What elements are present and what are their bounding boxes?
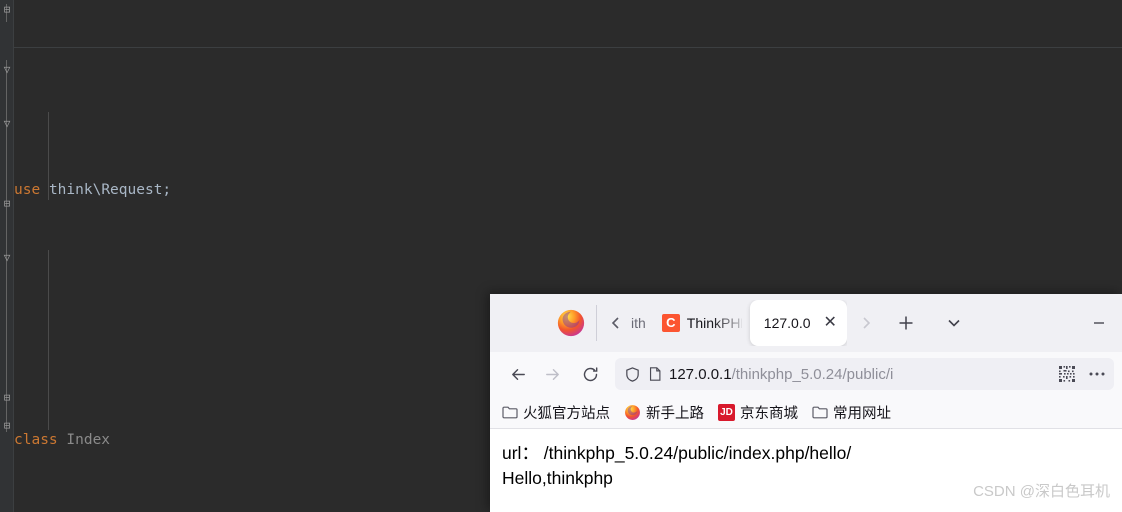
- tab-bar[interactable]: ith C ThinkPHP 127.0.0 ✕: [490, 294, 1122, 352]
- firefox-icon: [624, 404, 641, 421]
- ellipsis-icon[interactable]: [1088, 371, 1106, 377]
- csdn-icon: C: [661, 314, 680, 332]
- bookmark-jd[interactable]: JD 京东商城: [718, 402, 798, 423]
- fold-marker-index[interactable]: ▽: [1, 118, 13, 130]
- url-host: 127.0.0.1: [669, 365, 732, 383]
- minimize-button[interactable]: [1076, 294, 1122, 352]
- bookmark-firefox-official[interactable]: 火狐官方站点: [502, 402, 610, 423]
- firefox-window[interactable]: ith C ThinkPHP 127.0.0 ✕: [490, 294, 1122, 512]
- navigation-toolbar[interactable]: 127.0.0.1/thinkphp_5.0.24/public/i: [490, 352, 1122, 396]
- tab-title: 127.0.0: [763, 315, 811, 331]
- bookmark-getting-started[interactable]: 新手上路: [624, 402, 704, 423]
- token-use: use: [14, 182, 41, 198]
- fold-marker-index-end[interactable]: ⊟: [1, 198, 13, 210]
- jd-icon: JD: [718, 403, 735, 421]
- csdn-watermark: CSDN @深白色耳机: [973, 483, 1110, 500]
- page-output-url: url： /thinkphp_5.0.24/public/index.php/h…: [502, 443, 852, 463]
- tab-title: ith: [631, 315, 646, 331]
- firefox-logo-icon: [556, 308, 586, 338]
- tab-title: ThinkPHP: [686, 315, 742, 331]
- fold-marker-use[interactable]: ⊟: [1, 4, 13, 16]
- folder-icon: [812, 405, 828, 419]
- page-content: url： /thinkphp_5.0.24/public/index.php/h…: [490, 429, 1122, 510]
- page-icon[interactable]: [647, 366, 663, 382]
- reload-button[interactable]: [574, 358, 606, 390]
- tab-clipped[interactable]: ith: [629, 303, 654, 343]
- bookmark-label: 京东商城: [740, 405, 798, 422]
- scroll-tabs-right-button[interactable]: [853, 308, 879, 338]
- tab-thinkphp[interactable]: C ThinkPHP: [654, 303, 750, 343]
- back-button[interactable]: [502, 358, 534, 390]
- folder-icon: [502, 405, 518, 419]
- bookmark-label: 新手上路: [646, 405, 704, 422]
- tab-active-127[interactable]: 127.0.0 ✕: [749, 300, 847, 346]
- scroll-tabs-left-button[interactable]: [603, 308, 629, 338]
- forward-button[interactable]: [536, 358, 568, 390]
- bookmark-common-sites[interactable]: 常用网址: [812, 402, 891, 423]
- bookmarks-bar[interactable]: 火狐官方站点 新手上路 JD 京东商城 常用网址: [490, 396, 1122, 429]
- url-text[interactable]: 127.0.0.1/thinkphp_5.0.24/public/i: [669, 366, 1052, 383]
- bookmark-label: 常用网址: [833, 405, 891, 422]
- token-namespace: think\Request;: [48, 182, 172, 198]
- token-class-name: Index: [66, 432, 111, 448]
- list-all-tabs-button[interactable]: [937, 306, 971, 340]
- shield-icon[interactable]: [624, 366, 641, 383]
- url-path: /thinkphp_5.0.24/public/i: [731, 365, 894, 383]
- bookmark-label: 火狐官方站点: [523, 405, 610, 422]
- fold-marker-class-end[interactable]: ⊟: [1, 420, 13, 432]
- url-bar[interactable]: 127.0.0.1/thinkphp_5.0.24/public/i: [615, 358, 1114, 390]
- fold-marker-hello-end[interactable]: ⊟: [1, 392, 13, 404]
- code-line[interactable]: use think\Request;: [14, 178, 1122, 203]
- fold-marker-hello[interactable]: ▽: [1, 252, 13, 264]
- tabbar-divider: [596, 305, 597, 341]
- editor-gutter[interactable]: ⊟ ▽ ▽ ⊟ ▽ ⊟ ⊟: [0, 0, 14, 512]
- tabs-strip[interactable]: ith C ThinkPHP 127.0.0 ✕: [629, 300, 847, 346]
- fold-marker-class[interactable]: ▽: [1, 64, 13, 76]
- window-controls[interactable]: [1076, 294, 1122, 352]
- new-tab-button[interactable]: [889, 306, 923, 340]
- token-class-kw: class: [14, 432, 58, 448]
- close-icon[interactable]: ✕: [824, 315, 837, 331]
- qr-code-icon[interactable]: [1058, 365, 1076, 383]
